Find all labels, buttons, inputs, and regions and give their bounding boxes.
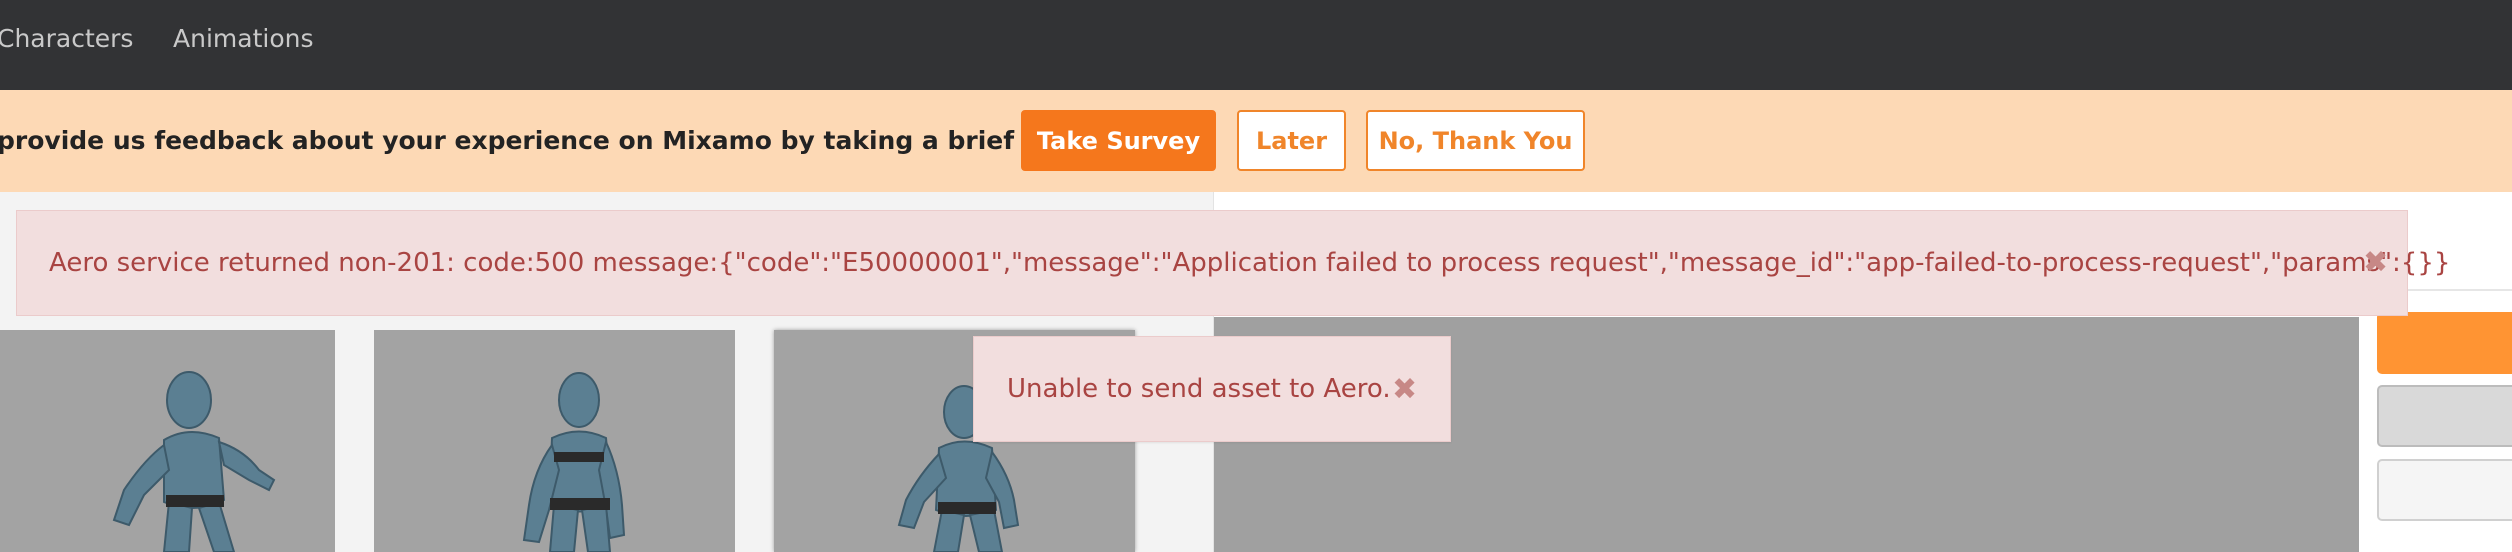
- close-icon[interactable]: ✖: [1392, 375, 1417, 405]
- download-button[interactable]: [2377, 312, 2512, 374]
- secondary-action-button[interactable]: [2377, 385, 2512, 447]
- take-survey-button[interactable]: Take Survey: [1021, 110, 1216, 171]
- animation-thumbnail[interactable]: [374, 330, 735, 552]
- asset-error-alert: Unable to send asset to Aero. ✖: [973, 336, 1451, 442]
- top-nav: Characters Animations: [0, 0, 2512, 90]
- later-button[interactable]: Later: [1237, 110, 1346, 171]
- survey-banner: provide us feedback about your experienc…: [0, 90, 2512, 192]
- aero-error-alert: Aero service returned non-201: code:500 …: [16, 210, 2450, 316]
- asset-error-message: Unable to send asset to Aero.: [1007, 374, 1391, 404]
- no-thanks-button[interactable]: No, Thank You: [1366, 110, 1585, 171]
- aero-error-message: Aero service returned non-201: code:500 …: [49, 248, 2451, 278]
- character-figure-icon: [522, 372, 626, 552]
- character-figure-icon: [112, 371, 276, 552]
- tertiary-action-button[interactable]: [2377, 459, 2512, 521]
- survey-prompt: provide us feedback about your experienc…: [0, 126, 1132, 155]
- nav-item-characters[interactable]: Characters: [0, 23, 133, 55]
- nav-item-animations[interactable]: Animations: [173, 23, 313, 55]
- animation-thumbnail[interactable]: [0, 330, 335, 552]
- close-icon[interactable]: ✖: [2363, 248, 2388, 278]
